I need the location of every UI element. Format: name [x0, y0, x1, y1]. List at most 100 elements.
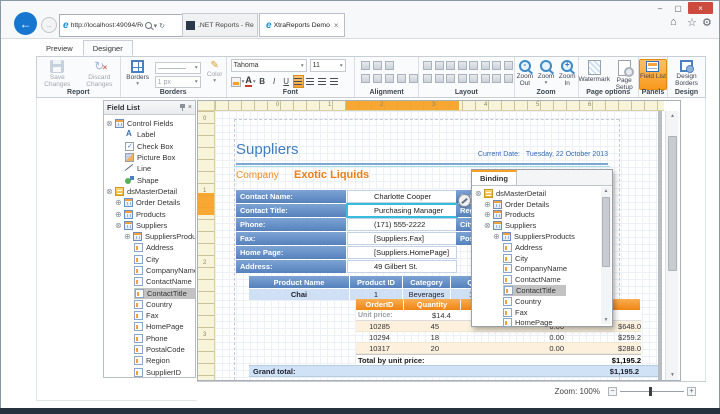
contact-value-cell[interactable]: (171) 555-2222 — [347, 218, 457, 231]
tab-preview[interactable]: Preview — [36, 40, 83, 56]
tree-item-homepage[interactable]: HomePage — [472, 318, 600, 329]
tree-item-suppliers[interactable]: ⊗ Suppliers — [104, 220, 195, 231]
tree-item-line[interactable]: Line — [104, 163, 195, 174]
tree-item-supplierid[interactable]: SupplierID — [104, 367, 195, 378]
address-bar[interactable]: e http://localhost:49094/ReportService/#… — [59, 14, 183, 37]
tree-item-fax[interactable]: Fax — [472, 307, 600, 318]
align-center-h-icon[interactable] — [409, 74, 419, 83]
contact-label-cell[interactable]: Contact Title: — [236, 204, 346, 217]
browser-tab-net-reports[interactable]: .NET Reports - Reporting Tool ... — [182, 13, 258, 37]
bring-front-icon[interactable] — [492, 61, 502, 70]
search-icon[interactable] — [144, 22, 152, 29]
size-to-grid-icon[interactable] — [457, 61, 467, 70]
zoom-in-slider-button[interactable]: + — [687, 387, 696, 396]
send-back-icon[interactable] — [503, 61, 513, 70]
fit-container-icon[interactable] — [480, 61, 490, 70]
tree-item-check-box[interactable]: Check Box — [104, 141, 195, 152]
h-spacing-decrease-icon[interactable] — [446, 74, 456, 83]
align-centers-icon[interactable] — [373, 61, 383, 70]
align-right-button[interactable] — [317, 75, 328, 88]
unit-price-label[interactable]: Unit price: — [356, 312, 432, 319]
align-lefts-icon[interactable] — [361, 61, 371, 70]
expander-icon[interactable]: ⊗ — [106, 119, 115, 128]
unit-price-value[interactable]: $14.4 — [432, 311, 451, 320]
tree-item-suppliersproducts[interactable]: ⊕ SuppliersProducts — [472, 231, 600, 242]
scrollbar-thumb[interactable] — [602, 197, 610, 267]
fit-width-icon[interactable] — [469, 61, 479, 70]
line-style-select[interactable]: ▾ — [154, 62, 201, 74]
browser-tab-xtrareports[interactable]: e XtraReports Demo × — [259, 13, 345, 37]
tree-item-city[interactable]: City — [104, 254, 195, 265]
close-window-button[interactable]: × — [688, 2, 713, 14]
chevron-down-icon[interactable]: ▾ — [242, 79, 245, 85]
tree-item-city[interactable]: City — [472, 253, 600, 264]
minimize-button[interactable]: – — [652, 2, 668, 14]
expander-icon[interactable]: ⊕ — [493, 232, 502, 241]
home-icon[interactable]: ⌂ — [670, 16, 677, 28]
column-header[interactable]: Product ID — [350, 276, 402, 288]
line-width-select[interactable]: 1 px ▾ — [154, 76, 201, 88]
expander-icon[interactable]: ⊕ — [115, 198, 124, 207]
expander-icon[interactable]: ⊕ — [124, 232, 133, 241]
tree-item-companyname[interactable]: CompanyName — [472, 264, 600, 275]
current-date-label[interactable]: Current Date: Tuesday, 22 October 2013 — [395, 151, 608, 158]
refresh-icon[interactable]: ↻ — [159, 22, 165, 30]
contact-label-cell[interactable]: Fax: — [236, 232, 346, 245]
product-cell[interactable]: Chai — [249, 289, 349, 300]
order-row[interactable]: 10294 18 0.00 $259.2 — [356, 332, 641, 343]
h-spacing-equal-icon[interactable] — [423, 74, 433, 83]
back-button[interactable]: ← — [14, 12, 37, 35]
contact-value-cell-selected[interactable]: Purchasing Manager — [346, 203, 458, 218]
align-justify-button[interactable] — [329, 75, 340, 88]
tree-item-shape[interactable]: Shape — [104, 174, 195, 185]
company-name[interactable]: Exotic Liquids — [294, 169, 369, 181]
italic-button[interactable]: I — [269, 75, 280, 88]
scroll-down-icon[interactable]: ▼ — [666, 370, 679, 380]
tree-item-products[interactable]: ⊕ Products — [472, 210, 600, 221]
design-vertical-scrollbar[interactable]: ▲ ▼ — [665, 111, 678, 380]
align-center-button[interactable] — [305, 75, 316, 88]
grand-total-band[interactable]: Grand total: $1,195.2 — [249, 365, 658, 377]
tree-item-order-details[interactable]: ⊕ Order Details — [104, 197, 195, 208]
tree-item-address[interactable]: Address — [104, 242, 195, 253]
tree-item-suppliersproducts[interactable]: ⊕ SuppliersProducts — [104, 231, 195, 242]
zoom-slider-track[interactable] — [620, 387, 684, 396]
align-left-button[interactable] — [292, 75, 304, 88]
align-bottoms-icon[interactable] — [385, 74, 395, 83]
chevron-down-icon[interactable]: ▾ — [253, 79, 256, 85]
font-size-select[interactable]: 11 ▾ — [309, 59, 346, 72]
close-panel-icon[interactable]: × — [188, 104, 192, 111]
field-list-button[interactable]: Field List — [638, 59, 667, 90]
contact-label-cell[interactable]: Contact Name: — [236, 190, 346, 203]
expander-icon[interactable]: ⊗ — [106, 187, 115, 196]
v-spacing-equal-icon[interactable] — [469, 74, 479, 83]
expander-icon[interactable]: ⊕ — [484, 200, 493, 209]
tree-item-contactname[interactable]: ContactName — [472, 274, 600, 285]
maximize-button[interactable]: ▢ — [670, 2, 686, 14]
scroll-up-icon[interactable]: ▲ — [601, 187, 611, 195]
tree-item-fax[interactable]: Fax — [104, 310, 195, 321]
tree-item-picture-box[interactable]: Picture Box — [104, 152, 195, 163]
expander-icon[interactable]: ⊗ — [475, 189, 484, 198]
forward-button[interactable]: → — [41, 17, 57, 33]
order-row[interactable]: 10317 20 0.00 $288.0 — [356, 343, 641, 354]
tree-item-dsmasterdetail[interactable]: ⊗ dsMasterDetail — [104, 186, 195, 197]
tab-designer[interactable]: Designer — [82, 40, 133, 56]
expander-icon[interactable]: ⊗ — [484, 221, 493, 230]
contact-value-cell[interactable]: [Suppliers.HomePage] — [347, 246, 457, 259]
column-header[interactable]: Product Name — [249, 276, 349, 288]
tree-item-order-details[interactable]: ⊕ Order Details — [472, 199, 600, 210]
tree-item-postalcode[interactable]: PostalCode — [104, 344, 195, 355]
align-grid-icon[interactable] — [397, 74, 407, 83]
font-name-select[interactable]: Tahoma ▾ — [230, 59, 307, 72]
tree-item-country[interactable]: Country — [104, 299, 195, 310]
design-surface[interactable]: Suppliers Current Date: Tuesday, 22 Octo… — [215, 111, 680, 380]
align-middles-icon[interactable] — [373, 74, 383, 83]
scroll-up-icon[interactable]: ▲ — [666, 111, 679, 121]
zoom-slider-thumb[interactable] — [648, 387, 652, 396]
underline-button[interactable]: U — [281, 75, 292, 88]
h-spacing-remove-icon[interactable] — [457, 74, 467, 83]
tree-item-products[interactable]: ⊕ Products — [104, 208, 195, 219]
h-spacing-increase-icon[interactable] — [434, 74, 444, 83]
highlight-color-icon[interactable] — [230, 76, 241, 87]
